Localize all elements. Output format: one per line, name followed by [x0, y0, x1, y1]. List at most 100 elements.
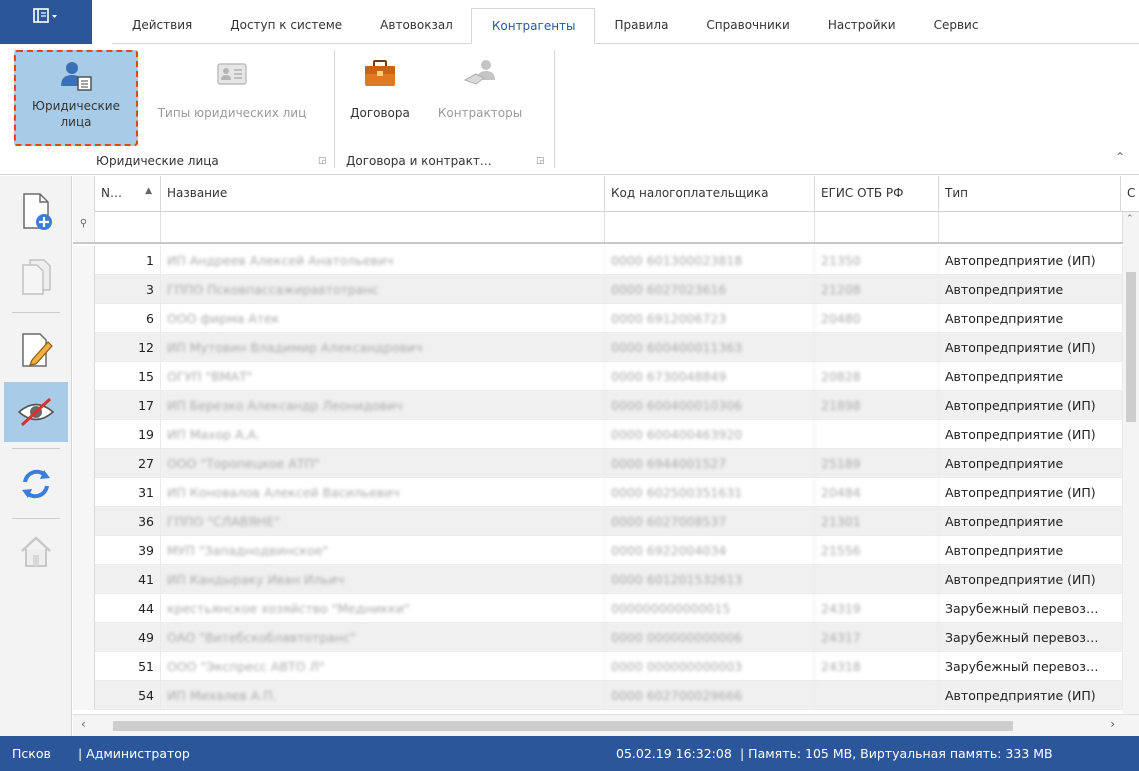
copy-record-button[interactable]	[4, 246, 68, 306]
table-row[interactable]: 39 МУП "Западнодвинское" 0000 6922004034 21…	[73, 536, 1123, 565]
contractors-button[interactable]: Контракторы	[420, 50, 540, 146]
cell-name: ИП Кандыраку Иван Ильич	[161, 565, 605, 594]
horizontal-scrollbar[interactable]: ‹ ›	[73, 714, 1139, 736]
cell-type: Автопредприятие	[939, 362, 1123, 391]
table-row[interactable]: 3 ГППО Псковпассажиравтотранс 0000 6027023…	[73, 275, 1123, 304]
vertical-scrollbar[interactable]: ⌃	[1123, 212, 1139, 714]
cell-inn: 0000 000000000003	[605, 652, 815, 681]
cell-type: Автопредприятие	[939, 304, 1123, 333]
filter-cell-number[interactable]	[95, 212, 161, 242]
col-header-extra[interactable]: С	[1121, 176, 1139, 212]
filter-cell-inn[interactable]	[605, 212, 815, 242]
table-row[interactable]: 51 ООО "Экспресс АВТО Л" 0000 000000000003…	[73, 652, 1123, 681]
table-row[interactable]: 44 крестьянское хозяйство "Медникки" 00000…	[73, 594, 1123, 623]
cell-type: Зарубежный перевоз…	[939, 594, 1123, 623]
legal-entity-types-button[interactable]: Типы юридических лиц	[142, 50, 322, 146]
dialog-launcher-icon[interactable]: ◲	[318, 156, 328, 166]
cell-egis: 21898	[815, 391, 939, 420]
tab-settings[interactable]: Настройки	[808, 8, 914, 44]
cell-name: крестьянское хозяйство "Медникки"	[161, 594, 605, 623]
row-indicator	[73, 536, 95, 565]
contractors-label: Контракторы	[437, 106, 523, 120]
legal-entities-label-1: Юридические	[32, 99, 120, 113]
cell-name: ОАО "Витебскоблавтотранс"	[161, 623, 605, 652]
table-row[interactable]: 15 ОГУП "ВМАТ" 0000 6730048849 20828 Автопре…	[73, 362, 1123, 391]
dialog-launcher-icon[interactable]: ◲	[536, 156, 546, 166]
cell-name: ИП Махор А.А.	[161, 420, 605, 449]
tab-actions[interactable]: Действия	[112, 8, 210, 44]
collapse-ribbon-icon[interactable]: ⌃	[1115, 150, 1125, 164]
col-header-number[interactable]: N… ▲	[95, 176, 161, 212]
col-header-type[interactable]: Тип	[939, 176, 1121, 212]
tab-rules[interactable]: Правила	[595, 8, 687, 44]
cell-egis: 24319	[815, 594, 939, 623]
table-row[interactable]: 31 ИП Коновалов Алексей Васильевич 0000 60…	[73, 478, 1123, 507]
add-record-button[interactable]	[4, 182, 68, 242]
cell-egis	[815, 420, 939, 449]
table-row[interactable]: 54 ИП Михалев А.П. 0000 602700029666 Автопр…	[73, 681, 1123, 710]
table-row[interactable]: 41 ИП Кандыраку Иван Ильич 0000 6012015326…	[73, 565, 1123, 594]
tab-system-access[interactable]: Доступ к системе	[210, 8, 360, 44]
row-indicator	[73, 478, 95, 507]
table-row[interactable]: 49 ОАО "Витебскоблавтотранс" 0000 00000000…	[73, 623, 1123, 652]
vertical-scroll-thumb[interactable]	[1126, 272, 1136, 422]
tab-bus-station[interactable]: Автовокзал	[360, 8, 471, 44]
table-row[interactable]: 12 ИП Мутовин Владимир Александрович 0000 …	[73, 333, 1123, 362]
row-indicator	[73, 594, 95, 623]
table-row[interactable]: 6 ООО фирма Атек 0000 6912006723 20480 Автоп…	[73, 304, 1123, 333]
table-row[interactable]: 1 ИП Андреев Алексей Анатольевич 0000 6013…	[73, 246, 1123, 275]
cell-egis: 21350	[815, 246, 939, 275]
cell-egis: 24317	[815, 623, 939, 652]
ribbon-tab-bar: Действия Доступ к системе Автовокзал Кон…	[0, 0, 1139, 44]
row-indicator	[73, 333, 95, 362]
edit-record-button[interactable]	[4, 320, 68, 380]
table-row[interactable]: 27 ООО "Торопецкое АТП" 0000 6944001527 251…	[73, 449, 1123, 478]
row-indicator	[73, 362, 95, 391]
home-button[interactable]	[4, 522, 68, 582]
cell-type: Автопредприятие	[939, 536, 1123, 565]
cell-inn: 0000 602700029666	[605, 681, 815, 710]
toggle-visibility-button[interactable]	[4, 382, 68, 442]
tab-references[interactable]: Справочники	[686, 8, 807, 44]
cell-number: 17	[95, 391, 161, 420]
legal-entities-button[interactable]: Юридические лица	[14, 50, 138, 146]
col-header-name[interactable]: Название	[161, 176, 605, 212]
cell-inn: 000000000000015	[605, 594, 815, 623]
cell-egis: 21301	[815, 507, 939, 536]
toolbar-separator	[12, 448, 60, 449]
cell-name: ООО "Экспресс АВТО Л"	[161, 652, 605, 681]
tab-service[interactable]: Сервис	[914, 8, 997, 44]
app-menu-button[interactable]	[0, 0, 92, 44]
cell-inn: 0000 600400010306	[605, 391, 815, 420]
row-indicator	[73, 681, 95, 710]
col-header-egis[interactable]: ЕГИС ОТБ РФ	[815, 176, 939, 212]
scroll-up-icon[interactable]: ⌃	[1126, 214, 1134, 224]
status-bar: Псков | Администратор 05.02.19 16:32:08 …	[0, 736, 1139, 771]
filter-cell-egis[interactable]	[815, 212, 939, 242]
cell-egis: 20484	[815, 478, 939, 507]
copy-icon	[22, 259, 51, 295]
cell-name: ИП Михалев А.П.	[161, 681, 605, 710]
filter-cell-name[interactable]	[161, 212, 605, 242]
cell-type: Автопредприятие	[939, 449, 1123, 478]
legal-entity-icon	[58, 60, 94, 92]
contracts-button[interactable]: Договора	[344, 50, 416, 146]
cell-inn: 0000 601300023818	[605, 246, 815, 275]
cell-number: 19	[95, 420, 161, 449]
filter-cell-type[interactable]	[939, 212, 1123, 242]
table-row[interactable]: 17 ИП Березко Александр Леонидович 0000 60…	[73, 391, 1123, 420]
left-toolbar	[0, 176, 72, 736]
row-indicator	[73, 652, 95, 681]
cell-type: Автопредприятие (ИП)	[939, 391, 1123, 420]
cell-type: Автопредприятие (ИП)	[939, 565, 1123, 594]
horizontal-scroll-thumb[interactable]	[113, 721, 1013, 731]
scroll-left-icon[interactable]: ‹	[81, 717, 86, 731]
tab-counterparties[interactable]: Контрагенты	[470, 8, 595, 44]
scroll-right-icon[interactable]: ›	[1110, 717, 1115, 731]
table-row[interactable]: 36 ГППО "СЛАВЯНЕ" 0000 6027008537 21301 Авто…	[73, 507, 1123, 536]
refresh-button[interactable]	[4, 454, 68, 514]
cell-type: Зарубежный перевоз…	[939, 623, 1123, 652]
table-row[interactable]: 19 ИП Махор А.А. 0000 600400463920 Автопред…	[73, 420, 1123, 449]
col-header-inn[interactable]: Код налогоплательщика	[605, 176, 815, 212]
cell-number: 3	[95, 275, 161, 304]
